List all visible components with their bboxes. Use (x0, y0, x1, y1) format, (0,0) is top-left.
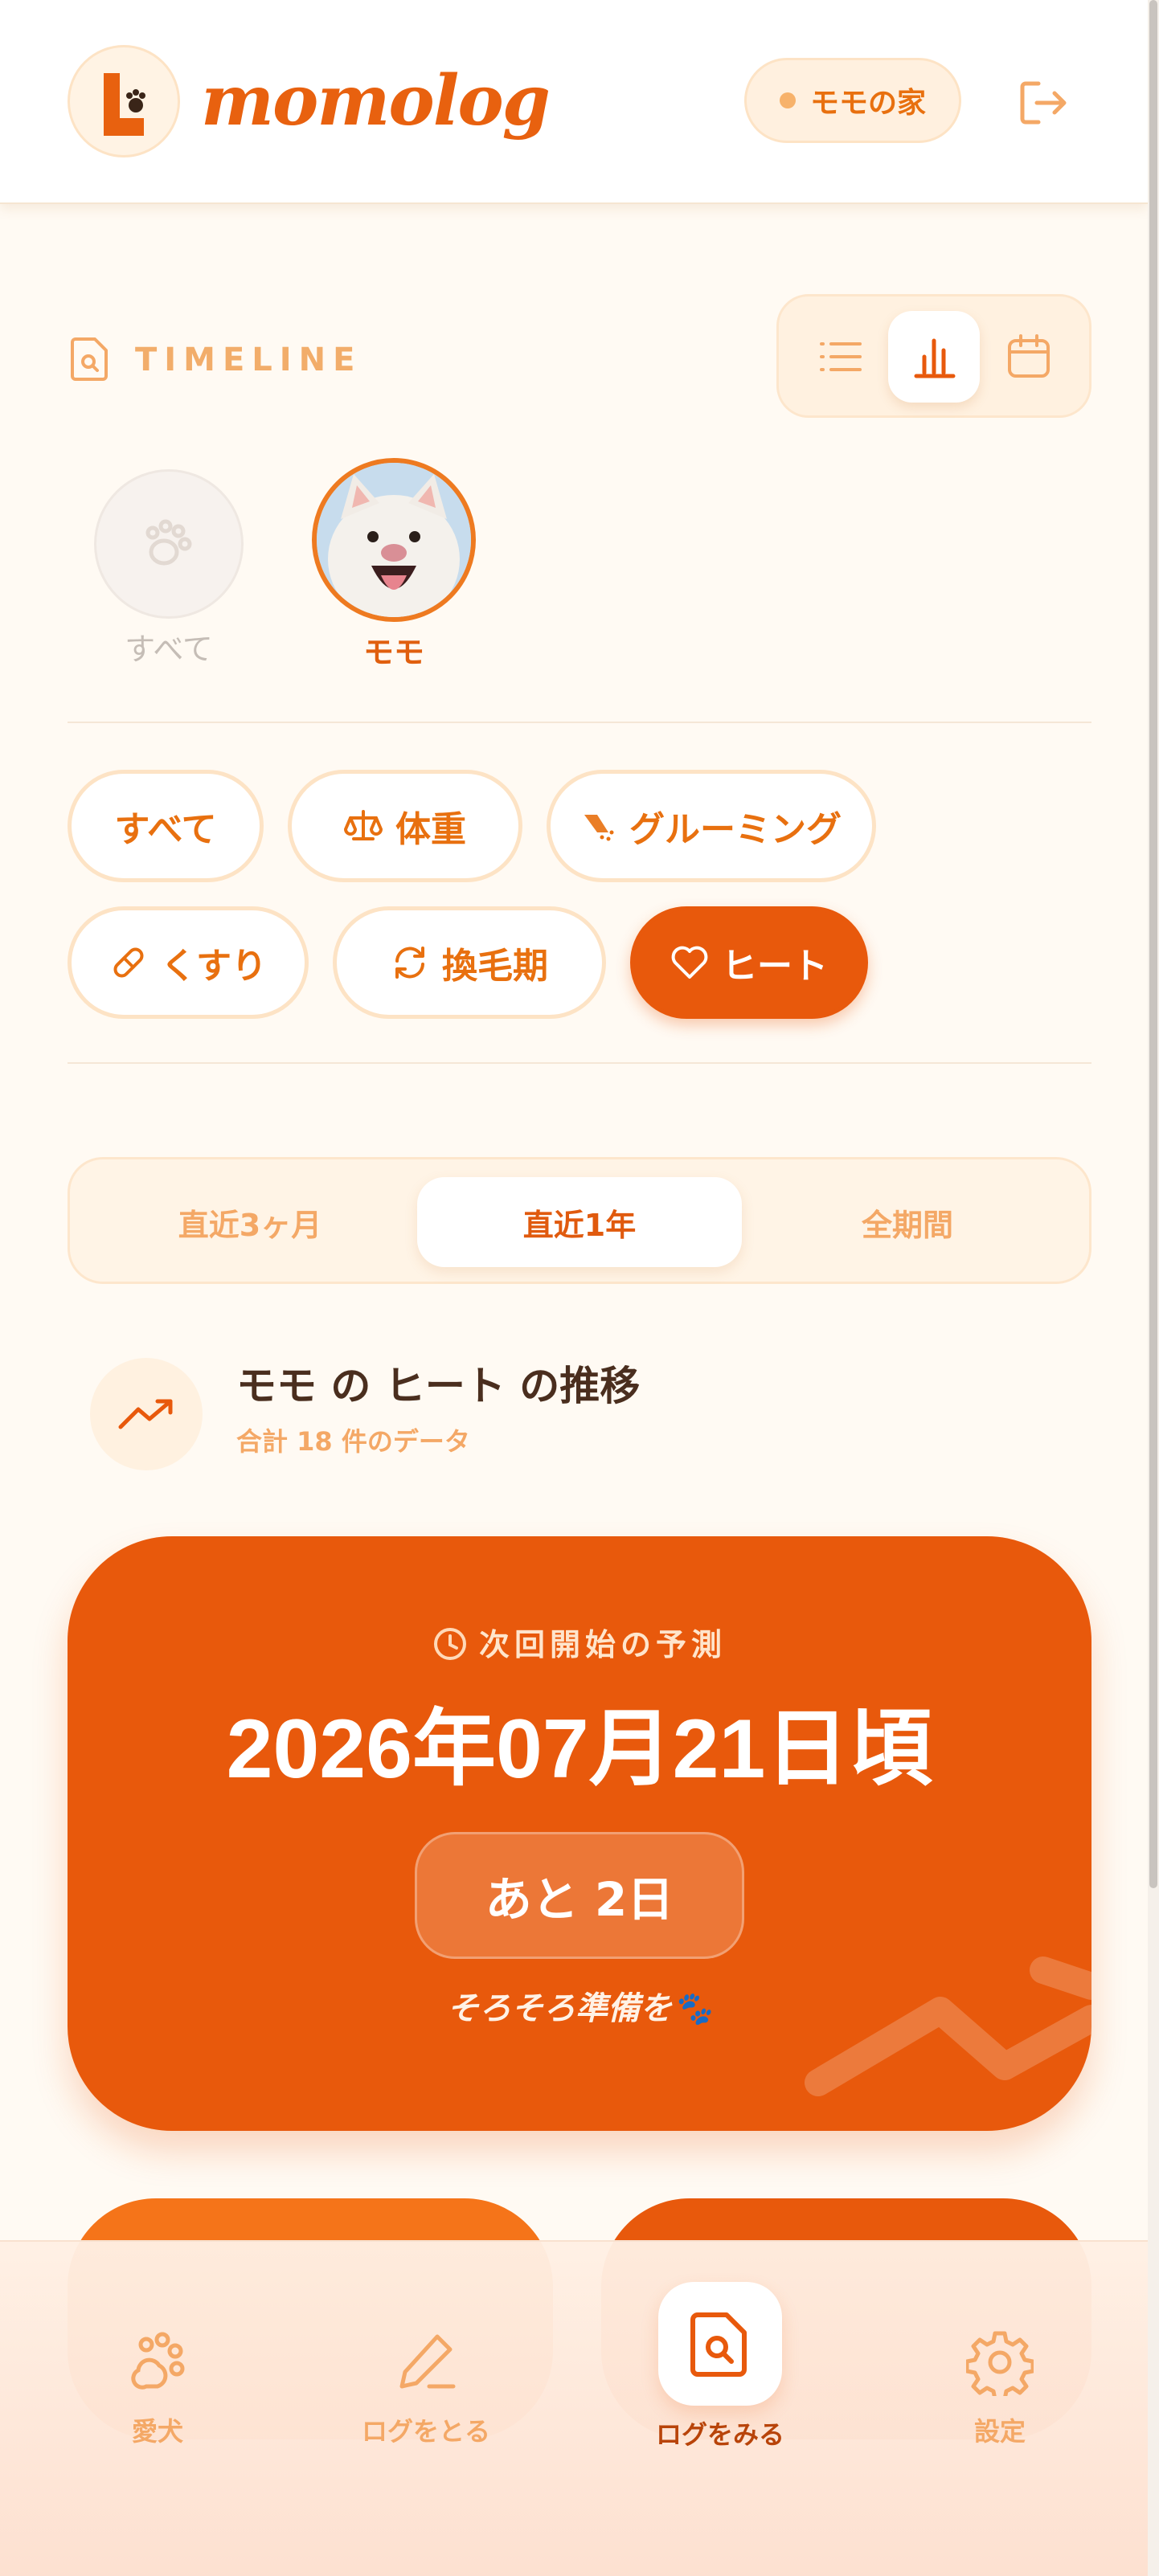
section-title: TIMELINE (135, 341, 362, 378)
nav-item-record[interactable]: ログをとる (321, 2322, 530, 2449)
list-view-button[interactable] (795, 311, 887, 403)
view-toggle (776, 294, 1091, 418)
trend-count: 合計 18 件のデータ (236, 1426, 470, 1457)
chip-label: グルーミング (629, 809, 842, 850)
app-header: momolog モモの家 (0, 0, 1148, 204)
home-label: モモの家 (809, 87, 926, 120)
scrollbar-thumb[interactable] (1149, 0, 1157, 1888)
nav-label: ログをみる (655, 2419, 784, 2450)
chart-view-button[interactable] (888, 311, 980, 403)
nav-item-view-logs[interactable]: ログをみる (616, 2282, 825, 2452)
shower-icon (584, 815, 614, 841)
bottom-navigation: 愛犬 ログをとる ログをみる 設定 (0, 2240, 1148, 2576)
document-search-icon (71, 337, 108, 381)
dog-photo (317, 463, 471, 617)
filter-chip-medicine[interactable]: くすり (68, 906, 309, 1019)
list-icon (820, 342, 862, 371)
home-selector[interactable]: モモの家 (744, 58, 961, 143)
period-option-1year[interactable]: 直近1年 (417, 1177, 742, 1267)
filter-chip-heat[interactable]: ヒート (630, 906, 868, 1019)
clock-icon (433, 1628, 466, 1660)
refresh-icon (395, 947, 424, 979)
nav-label: 設定 (973, 2416, 1026, 2447)
trend-decoration-icon (805, 1957, 1091, 2096)
pencil-icon (386, 2322, 466, 2402)
pet-label: モモ (362, 635, 424, 670)
pill-icon (113, 947, 144, 978)
period-option-all[interactable]: 全期間 (745, 1177, 1070, 1267)
calendar-icon (1008, 334, 1050, 378)
scale-icon (344, 810, 383, 840)
chip-label: 換毛期 (442, 946, 548, 987)
nav-item-settings[interactable]: 設定 (895, 2322, 1104, 2449)
nav-label: 愛犬 (131, 2416, 183, 2447)
logo-icon (68, 45, 180, 157)
document-search-icon (658, 2282, 782, 2406)
filter-chip-shedding[interactable]: 換毛期 (333, 906, 606, 1019)
prediction-label: 次回開始の予測 (68, 1625, 1091, 1665)
bar-chart-icon (914, 338, 956, 378)
prediction-date: 2026年07月21日頃 (226, 1703, 933, 1796)
period-option-3months[interactable]: 直近3ヶ月 (88, 1177, 412, 1267)
filter-chip-weight[interactable]: 体重 (288, 770, 522, 882)
trend-title: モモ の ヒート の推移 (236, 1363, 641, 1409)
pet-label: すべて (125, 632, 213, 667)
filter-chip-all[interactable]: すべて (68, 770, 264, 882)
paw-icon (117, 2322, 198, 2402)
paw-icon (145, 519, 192, 566)
period-selector: 直近3ヶ月 直近1年 全期間 (68, 1157, 1091, 1284)
pet-avatar-momo (312, 458, 476, 622)
pet-avatar-all (94, 469, 244, 619)
chip-label: くすり (161, 946, 267, 987)
logout-icon[interactable] (1014, 74, 1072, 132)
gear-icon (960, 2322, 1040, 2402)
chip-label: すべて (114, 809, 217, 850)
pet-filter-momo[interactable]: モモ (305, 458, 482, 672)
heat-prediction-card: 次回開始の予測 2026年07月21日頃 あと 2日 そろそろ準備を🐾 (68, 1536, 1091, 2131)
nav-item-dogs[interactable]: 愛犬 (53, 2322, 262, 2449)
calendar-view-button[interactable] (983, 311, 1075, 403)
trend-icon-wrap (90, 1358, 203, 1470)
days-remaining-badge: あと 2日 (415, 1832, 744, 1959)
pet-filter-all[interactable]: すべて (80, 469, 257, 669)
chip-label: ヒート (722, 946, 828, 987)
chip-label: 体重 (395, 809, 466, 850)
trending-up-icon (118, 1399, 173, 1429)
scrollbar-track[interactable] (1148, 0, 1159, 2576)
status-dot-icon (779, 92, 796, 108)
prediction-label-text: 次回開始の予測 (478, 1627, 727, 1662)
nav-label: ログをとる (361, 2416, 490, 2447)
filter-chip-grooming[interactable]: グルーミング (547, 770, 876, 882)
divider (68, 1062, 1091, 1064)
brand-name: momolog (201, 60, 551, 141)
divider (68, 722, 1091, 723)
heart-icon (671, 946, 708, 979)
